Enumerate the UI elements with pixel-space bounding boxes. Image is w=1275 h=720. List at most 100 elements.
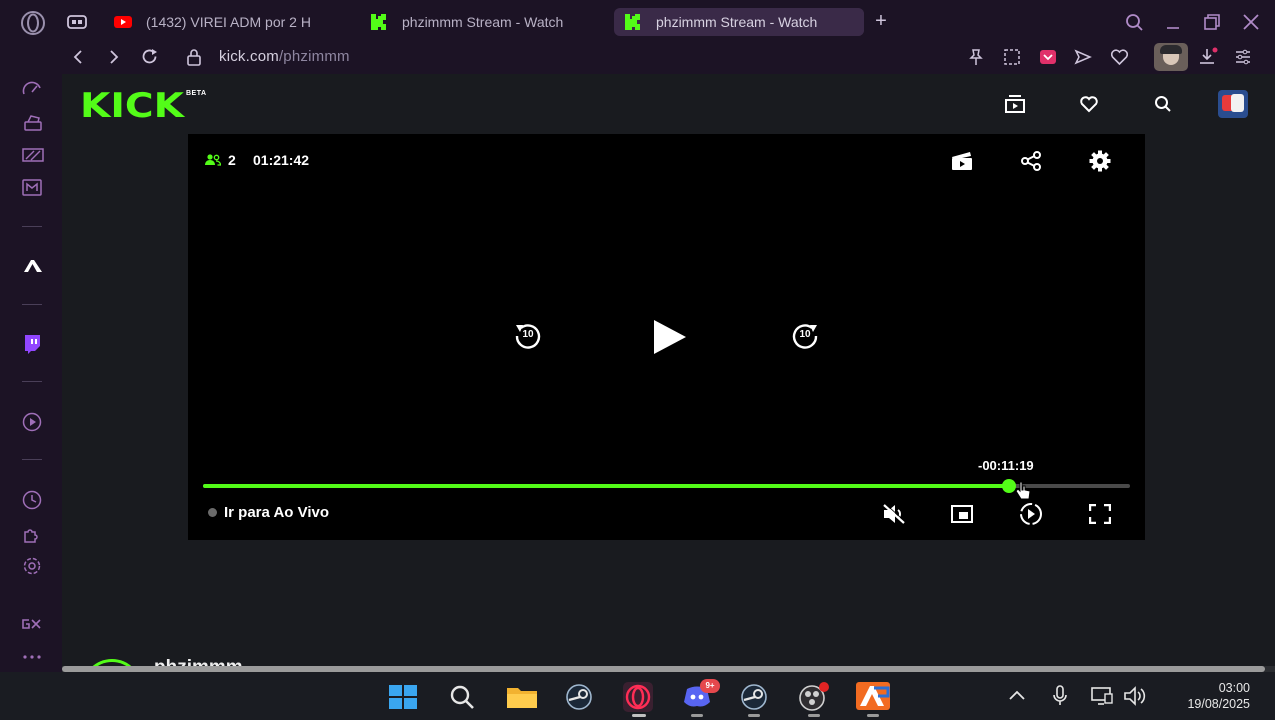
picture-in-picture-icon[interactable] bbox=[951, 504, 973, 524]
close-window-icon[interactable] bbox=[1242, 13, 1260, 31]
rewind-10-button[interactable]: 10 bbox=[513, 321, 543, 351]
app-indicator bbox=[748, 714, 760, 717]
system-clock[interactable]: 03:00 19/08/2025 bbox=[1160, 680, 1250, 712]
file-explorer-icon[interactable] bbox=[506, 684, 538, 710]
gx-corner-icon[interactable] bbox=[22, 114, 44, 132]
player-icon[interactable] bbox=[22, 147, 44, 163]
opera-gx-logo-icon[interactable] bbox=[20, 10, 46, 36]
video-player[interactable]: 2 01:21:42 10 10 -00:11:19 Ir para Ao Vi… bbox=[188, 134, 1145, 540]
steam-icon[interactable] bbox=[564, 683, 594, 711]
user-avatar[interactable] bbox=[1218, 90, 1248, 118]
tab-kick-stream[interactable]: phzimmm Stream - Watch bbox=[360, 8, 600, 36]
sidebar-separator bbox=[22, 226, 42, 227]
forward-icon[interactable] bbox=[106, 49, 122, 65]
new-tab-button[interactable]: + bbox=[872, 11, 890, 31]
url-field[interactable]: kick.com/phzimmm bbox=[219, 48, 350, 65]
pocket-icon[interactable] bbox=[1039, 48, 1057, 66]
more-options-icon[interactable] bbox=[22, 654, 42, 660]
reload-icon[interactable] bbox=[140, 47, 159, 66]
app-indicator bbox=[867, 714, 879, 717]
gx-mods-icon[interactable] bbox=[22, 179, 42, 197]
easy-setup-menu-icon[interactable] bbox=[1234, 48, 1252, 66]
tab-kick-stream-active[interactable]: phzimmm Stream - Watch bbox=[614, 8, 864, 36]
url-path: /phzimmm bbox=[278, 48, 350, 65]
heart-icon[interactable] bbox=[1110, 48, 1129, 66]
back-icon[interactable] bbox=[70, 49, 86, 65]
sidebar-separator bbox=[22, 459, 42, 460]
obs-icon[interactable] bbox=[798, 682, 830, 712]
go-live-button[interactable]: Ir para Ao Vivo bbox=[208, 504, 329, 521]
windows-taskbar: 9+ 03:00 19/08/2025 bbox=[0, 672, 1275, 720]
snapshot-icon[interactable] bbox=[1003, 48, 1021, 66]
live-status-dot bbox=[208, 508, 217, 517]
show-hidden-icons-icon[interactable] bbox=[1008, 689, 1026, 701]
profile-avatar[interactable] bbox=[1154, 43, 1188, 71]
extensions-icon[interactable] bbox=[22, 524, 42, 544]
fullscreen-icon[interactable] bbox=[1089, 504, 1111, 524]
browse-icon[interactable] bbox=[1004, 94, 1026, 114]
browser-sidebar bbox=[0, 74, 62, 674]
kick-logo-text: KICK bbox=[80, 88, 186, 120]
clip-icon[interactable] bbox=[950, 151, 974, 171]
share-icon[interactable] bbox=[1020, 151, 1042, 171]
clock-date: 19/08/2025 bbox=[1187, 697, 1250, 711]
kick-logo-icon[interactable]: KICK bbox=[80, 88, 190, 120]
gx-logo-icon[interactable] bbox=[21, 618, 43, 630]
following-heart-icon[interactable] bbox=[1079, 95, 1099, 113]
gx-control-icon[interactable] bbox=[66, 13, 88, 31]
go-live-label: Ir para Ao Vivo bbox=[224, 504, 330, 521]
app-indicator bbox=[808, 714, 820, 717]
windows-start-icon[interactable] bbox=[388, 684, 418, 710]
search-tabs-icon[interactable] bbox=[1125, 13, 1143, 31]
stream-uptime: 01:21:42 bbox=[253, 152, 310, 168]
viewers-icon bbox=[205, 154, 221, 166]
history-icon[interactable] bbox=[22, 490, 42, 510]
lock-icon[interactable] bbox=[186, 48, 202, 66]
send-icon[interactable] bbox=[1074, 48, 1092, 66]
theatre-mode-icon[interactable] bbox=[1018, 502, 1044, 526]
speed-dial-icon[interactable] bbox=[22, 80, 42, 98]
microphone-icon[interactable] bbox=[1052, 685, 1068, 707]
music-player-icon[interactable] bbox=[22, 412, 42, 432]
url-domain: kick.com bbox=[219, 48, 279, 65]
youtube-icon bbox=[114, 16, 132, 28]
progress-bar[interactable] bbox=[203, 479, 1130, 493]
time-remaining: -00:11:19 bbox=[978, 458, 1034, 473]
app-indicator bbox=[691, 714, 703, 717]
viewer-count: 2 bbox=[228, 152, 236, 168]
mouse-cursor-icon bbox=[1015, 481, 1031, 500]
minimize-icon[interactable] bbox=[1165, 14, 1181, 30]
sidebar-separator bbox=[22, 304, 42, 305]
settings-icon[interactable] bbox=[22, 556, 42, 576]
network-icon[interactable] bbox=[1090, 686, 1114, 706]
tab-youtube[interactable]: (1432) VIREI ADM por 2 H bbox=[104, 8, 344, 36]
play-icon[interactable] bbox=[652, 319, 688, 355]
search-taskbar-icon[interactable] bbox=[449, 684, 475, 710]
tab-title: phzimmm Stream - Watch bbox=[402, 14, 564, 30]
forward-10-button[interactable]: 10 bbox=[790, 321, 820, 351]
volume-icon[interactable] bbox=[1123, 686, 1147, 706]
active-app-indicator bbox=[632, 714, 646, 717]
opera-gx-taskbar-icon[interactable] bbox=[623, 682, 653, 712]
twitch-icon[interactable] bbox=[23, 334, 41, 354]
beta-label: BETA bbox=[186, 90, 207, 97]
muted-volume-icon[interactable] bbox=[882, 503, 906, 525]
clock-time: 03:00 bbox=[1218, 681, 1250, 695]
player-settings-icon[interactable] bbox=[1089, 150, 1111, 172]
kick-icon bbox=[625, 14, 640, 30]
restore-icon[interactable] bbox=[1203, 13, 1221, 31]
pin-icon[interactable] bbox=[967, 48, 985, 66]
browser-tab-bar: (1432) VIREI ADM por 2 H phzimmm Stream … bbox=[0, 0, 1275, 40]
tab-title: (1432) VIREI ADM por 2 H bbox=[146, 14, 311, 30]
tab-title: phzimmm Stream - Watch bbox=[656, 14, 818, 30]
search-icon[interactable] bbox=[1154, 95, 1172, 113]
browser-address-bar: kick.com/phzimmm bbox=[0, 40, 1275, 74]
kick-icon bbox=[371, 14, 386, 30]
rewind-seconds: 10 bbox=[522, 329, 534, 340]
discord-notification-badge: 9+ bbox=[700, 679, 720, 693]
sidebar-separator bbox=[22, 381, 42, 382]
steam-secondary-icon[interactable] bbox=[739, 683, 769, 711]
download-icon[interactable] bbox=[1198, 47, 1218, 67]
aria-icon[interactable] bbox=[23, 258, 43, 274]
app-launcher-icon[interactable] bbox=[856, 682, 890, 710]
